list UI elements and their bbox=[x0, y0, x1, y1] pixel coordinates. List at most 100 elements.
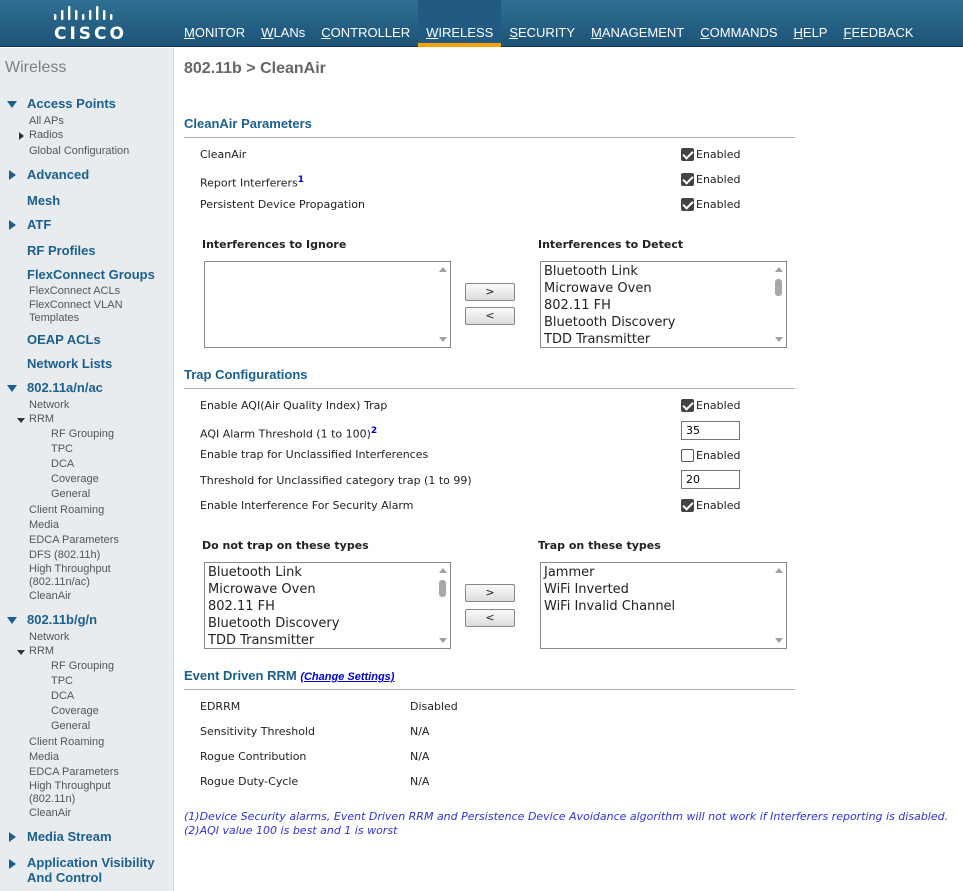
sidebar-item-application-visibility[interactable]: Application Visibility bbox=[27, 855, 155, 870]
list-option[interactable]: TDD Transmitter bbox=[542, 331, 771, 347]
sidebar-item-a-client-roaming[interactable]: Client Roaming bbox=[29, 504, 104, 516]
expand-avc-icon[interactable] bbox=[9, 859, 16, 869]
sidebar-item-b-rrm[interactable]: RRM bbox=[29, 645, 54, 657]
sidebar-item-atf[interactable]: ATF bbox=[27, 217, 51, 232]
scrollbar[interactable] bbox=[435, 563, 450, 648]
sidebar-item-b-general[interactable]: General bbox=[51, 720, 90, 732]
collapse-802-11a-icon[interactable] bbox=[7, 385, 17, 392]
interferences-to-ignore-list[interactable] bbox=[204, 261, 451, 348]
list-option[interactable]: Bluetooth Discovery bbox=[542, 314, 771, 331]
list-option[interactable]: TDD Transmitter bbox=[206, 632, 435, 648]
unclassified-trap-enabled-checkbox[interactable]: Enabled bbox=[681, 449, 740, 462]
list-option[interactable]: Bluetooth Link bbox=[206, 564, 435, 581]
list-option[interactable]: Jammer bbox=[542, 564, 771, 581]
sidebar-item-oeap-acls[interactable]: OEAP ACLs bbox=[27, 332, 101, 347]
move-to-trap-button[interactable]: > bbox=[465, 584, 515, 602]
sidebar-item-802-11b[interactable]: 802.11b/g/n bbox=[27, 612, 97, 627]
nav-wlans[interactable]: WLANs bbox=[253, 0, 313, 47]
checkbox-box[interactable] bbox=[681, 449, 694, 462]
collapse-access-points-icon[interactable] bbox=[7, 101, 17, 108]
sidebar-item-a-coverage[interactable]: Coverage bbox=[51, 473, 99, 485]
trap-on-list[interactable]: Jammer WiFi Inverted WiFi Invalid Channel bbox=[540, 562, 787, 649]
nav-wireless[interactable]: WIRELESS bbox=[418, 0, 502, 47]
nav-monitor[interactable]: MONITOR bbox=[176, 0, 253, 47]
list-option[interactable]: Microwave Oven bbox=[542, 280, 771, 297]
sidebar-item-a-tpc[interactable]: TPC bbox=[51, 443, 73, 455]
move-to-ignore-button[interactable]: < bbox=[465, 307, 515, 325]
move-to-detect-button[interactable]: > bbox=[465, 283, 515, 301]
sidebar-item-a-rrm[interactable]: RRM bbox=[29, 413, 54, 425]
sidebar-item-a-edca-parameters[interactable]: EDCA Parameters bbox=[29, 534, 119, 546]
sidebar-item-a-media[interactable]: Media bbox=[29, 519, 59, 531]
sidebar-item-b-network[interactable]: Network bbox=[29, 631, 69, 643]
checkbox-box[interactable] bbox=[681, 499, 694, 512]
expand-advanced-icon[interactable] bbox=[9, 170, 16, 180]
sidebar-item-b-high-throughput-line2[interactable]: (802.11n) bbox=[29, 793, 75, 805]
checkbox-box[interactable] bbox=[681, 148, 694, 161]
cleanair-enabled-checkbox[interactable]: Enabled bbox=[681, 148, 740, 161]
sidebar-item-mesh[interactable]: Mesh bbox=[27, 193, 60, 208]
nav-commands[interactable]: COMMANDS bbox=[692, 0, 785, 47]
expand-atf-icon[interactable] bbox=[9, 220, 16, 230]
scrollbar[interactable] bbox=[771, 262, 786, 347]
sidebar-item-b-edca-parameters[interactable]: EDCA Parameters bbox=[29, 766, 119, 778]
interferences-to-detect-list[interactable]: Bluetooth Link Microwave Oven 802.11 FH Blu… bbox=[540, 261, 787, 348]
sidebar-item-rf-profiles[interactable]: RF Profiles bbox=[27, 243, 96, 258]
scroll-up-arrow-icon[interactable] bbox=[439, 568, 447, 573]
persistent-device-propagation-checkbox[interactable]: Enabled bbox=[681, 198, 740, 211]
list-option[interactable]: WiFi Invalid Channel bbox=[542, 598, 771, 615]
list-option[interactable]: WiFi Inverted bbox=[542, 581, 771, 598]
expand-radios-icon[interactable] bbox=[19, 132, 24, 140]
scrollbar-thumb[interactable] bbox=[439, 580, 446, 597]
sidebar-item-application-visibility-line2[interactable]: And Control bbox=[27, 870, 102, 885]
sidebar-item-b-tpc[interactable]: TPC bbox=[51, 675, 73, 687]
list-option[interactable]: Bluetooth Discovery bbox=[206, 615, 435, 632]
sidebar-item-b-coverage[interactable]: Coverage bbox=[51, 705, 99, 717]
list-option[interactable]: Microwave Oven bbox=[206, 581, 435, 598]
scroll-down-arrow-icon[interactable] bbox=[439, 638, 447, 643]
security-alarm-enabled-checkbox[interactable]: Enabled bbox=[681, 499, 740, 512]
sidebar-item-media-stream[interactable]: Media Stream bbox=[27, 829, 112, 844]
sidebar-item-flexconnect-vlan-templates[interactable]: FlexConnect VLAN bbox=[29, 299, 123, 311]
sidebar-item-radios[interactable]: Radios bbox=[29, 129, 63, 141]
sidebar-item-b-high-throughput[interactable]: High Throughput bbox=[29, 780, 111, 792]
scrollbar[interactable] bbox=[771, 563, 786, 648]
sidebar-item-a-network[interactable]: Network bbox=[29, 399, 69, 411]
checkbox-box[interactable] bbox=[681, 399, 694, 412]
sidebar-item-b-media[interactable]: Media bbox=[29, 751, 59, 763]
footnote-1-link[interactable]: 1 bbox=[298, 175, 304, 185]
do-not-trap-list[interactable]: Bluetooth Link Microwave Oven 802.11 FH Blu… bbox=[204, 562, 451, 649]
aqi-trap-enabled-checkbox[interactable]: Enabled bbox=[681, 399, 740, 412]
sidebar-item-a-cleanair[interactable]: CleanAir bbox=[29, 590, 71, 602]
sidebar-item-advanced[interactable]: Advanced bbox=[27, 167, 89, 182]
checkbox-box[interactable] bbox=[681, 173, 694, 186]
list-option[interactable]: 802.11 FH bbox=[206, 598, 435, 615]
scroll-down-arrow-icon[interactable] bbox=[439, 337, 447, 342]
sidebar-item-flexconnect-groups[interactable]: FlexConnect Groups bbox=[27, 267, 155, 282]
sidebar-item-a-high-throughput[interactable]: High Throughput bbox=[29, 563, 111, 575]
sidebar-item-b-rf-grouping[interactable]: RF Grouping bbox=[51, 660, 114, 672]
aqi-threshold-input[interactable] bbox=[681, 421, 740, 440]
scrollbar[interactable] bbox=[435, 262, 450, 347]
sidebar-item-a-dca[interactable]: DCA bbox=[51, 458, 74, 470]
scroll-up-arrow-icon[interactable] bbox=[775, 267, 783, 272]
collapse-b-rrm-icon[interactable] bbox=[17, 650, 25, 655]
scroll-down-arrow-icon[interactable] bbox=[775, 638, 783, 643]
unclassified-threshold-input[interactable] bbox=[681, 470, 740, 489]
footnote-2-link[interactable]: 2 bbox=[371, 426, 377, 436]
collapse-802-11b-icon[interactable] bbox=[7, 617, 17, 624]
sidebar-item-access-points[interactable]: Access Points bbox=[27, 96, 116, 111]
expand-media-stream-icon[interactable] bbox=[9, 832, 16, 842]
checkbox-box[interactable] bbox=[681, 198, 694, 211]
sidebar-item-a-general[interactable]: General bbox=[51, 488, 90, 500]
scroll-down-arrow-icon[interactable] bbox=[775, 337, 783, 342]
sidebar-item-network-lists[interactable]: Network Lists bbox=[27, 356, 112, 371]
sidebar-item-b-cleanair[interactable]: CleanAir bbox=[29, 807, 71, 819]
sidebar-item-global-configuration[interactable]: Global Configuration bbox=[29, 145, 129, 157]
nav-management[interactable]: MANAGEMENT bbox=[583, 0, 692, 47]
nav-help[interactable]: HELP bbox=[786, 0, 836, 47]
sidebar-item-b-dca[interactable]: DCA bbox=[51, 690, 74, 702]
scrollbar-thumb[interactable] bbox=[775, 279, 782, 296]
nav-controller[interactable]: CONTROLLER bbox=[313, 0, 418, 47]
change-settings-link[interactable]: (Change Settings) bbox=[300, 671, 394, 683]
